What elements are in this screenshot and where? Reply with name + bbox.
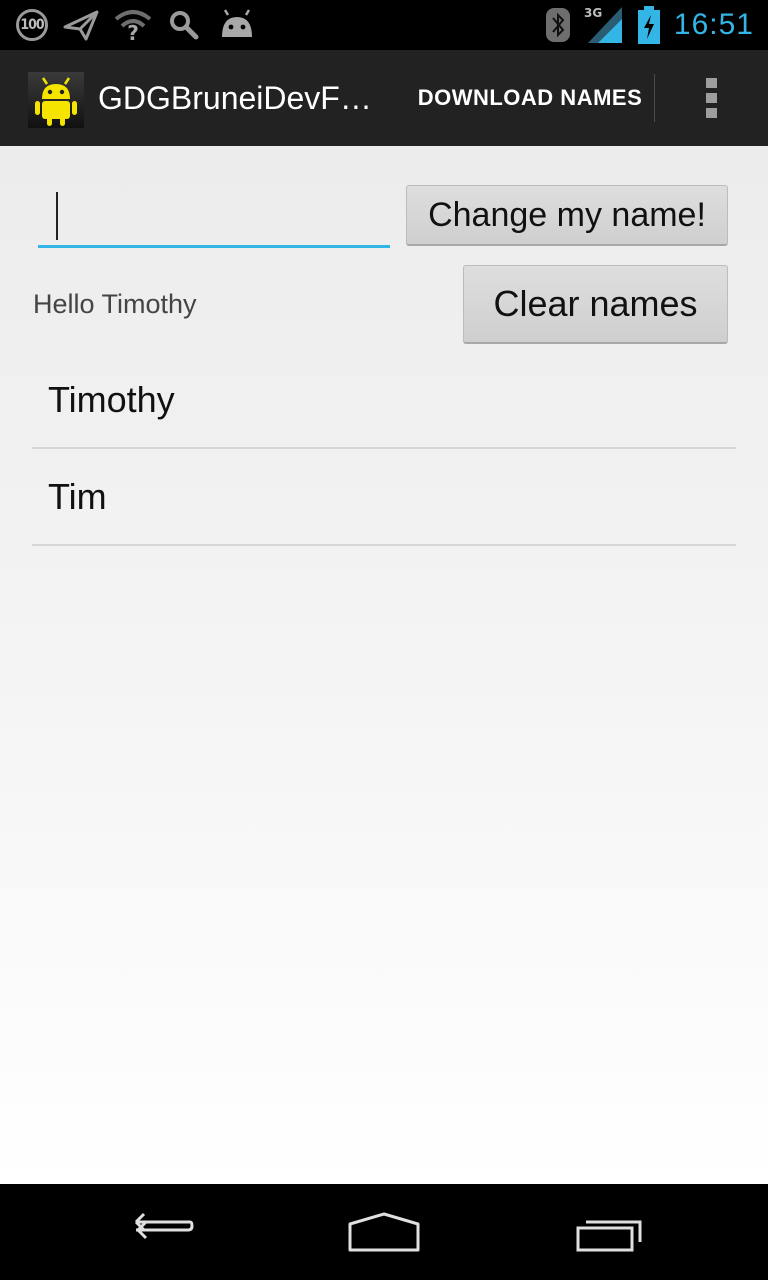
- bluetooth-icon: [545, 8, 570, 42]
- list-item[interactable]: Timothy: [32, 352, 736, 449]
- hundred-badge-icon: 100: [16, 9, 48, 41]
- list-item[interactable]: Tim: [32, 449, 736, 546]
- recent-apps-icon: [576, 1220, 642, 1252]
- wifi-question-icon: ?: [114, 10, 152, 43]
- app-title: GDGBruneiDevF…: [98, 80, 372, 116]
- status-bar: 100 ? 3G 16:51: [0, 0, 768, 50]
- navigation-bar: [0, 1184, 768, 1280]
- battery-charging-icon: [637, 6, 660, 44]
- paper-plane-icon: [63, 10, 99, 41]
- greeting-text: Hello Timothy: [33, 289, 197, 319]
- change-name-button[interactable]: Change my name!: [406, 185, 728, 246]
- home-button[interactable]: [344, 1208, 424, 1256]
- overflow-menu-button[interactable]: [690, 74, 734, 122]
- names-list: Timothy Tim: [32, 352, 736, 546]
- back-button[interactable]: [122, 1208, 202, 1256]
- svg-text:?: ?: [127, 21, 139, 43]
- home-icon: [348, 1212, 420, 1252]
- action-bar-divider: [654, 74, 655, 122]
- text-cursor: [56, 192, 58, 240]
- android-app-icon[interactable]: [28, 72, 84, 128]
- battery-badge-text: 100: [20, 17, 44, 33]
- recent-apps-button[interactable]: [572, 1208, 652, 1256]
- network-type-text: 3G: [584, 6, 602, 20]
- clock: 16:51: [673, 8, 754, 41]
- search-icon: [170, 11, 199, 40]
- android-head-icon: [222, 9, 252, 37]
- back-icon: [134, 1212, 194, 1240]
- action-bar: GDGBruneiDevF… DOWNLOAD NAMES: [0, 50, 768, 148]
- name-input[interactable]: [38, 190, 390, 248]
- main-content: Change my name! Hello Timothy Clear name…: [0, 146, 768, 1184]
- clear-names-button[interactable]: Clear names: [463, 265, 728, 344]
- download-names-button[interactable]: DOWNLOAD NAMES: [406, 70, 654, 126]
- signal-icon: 3G: [584, 6, 622, 43]
- overflow-menu-icon: [706, 78, 717, 118]
